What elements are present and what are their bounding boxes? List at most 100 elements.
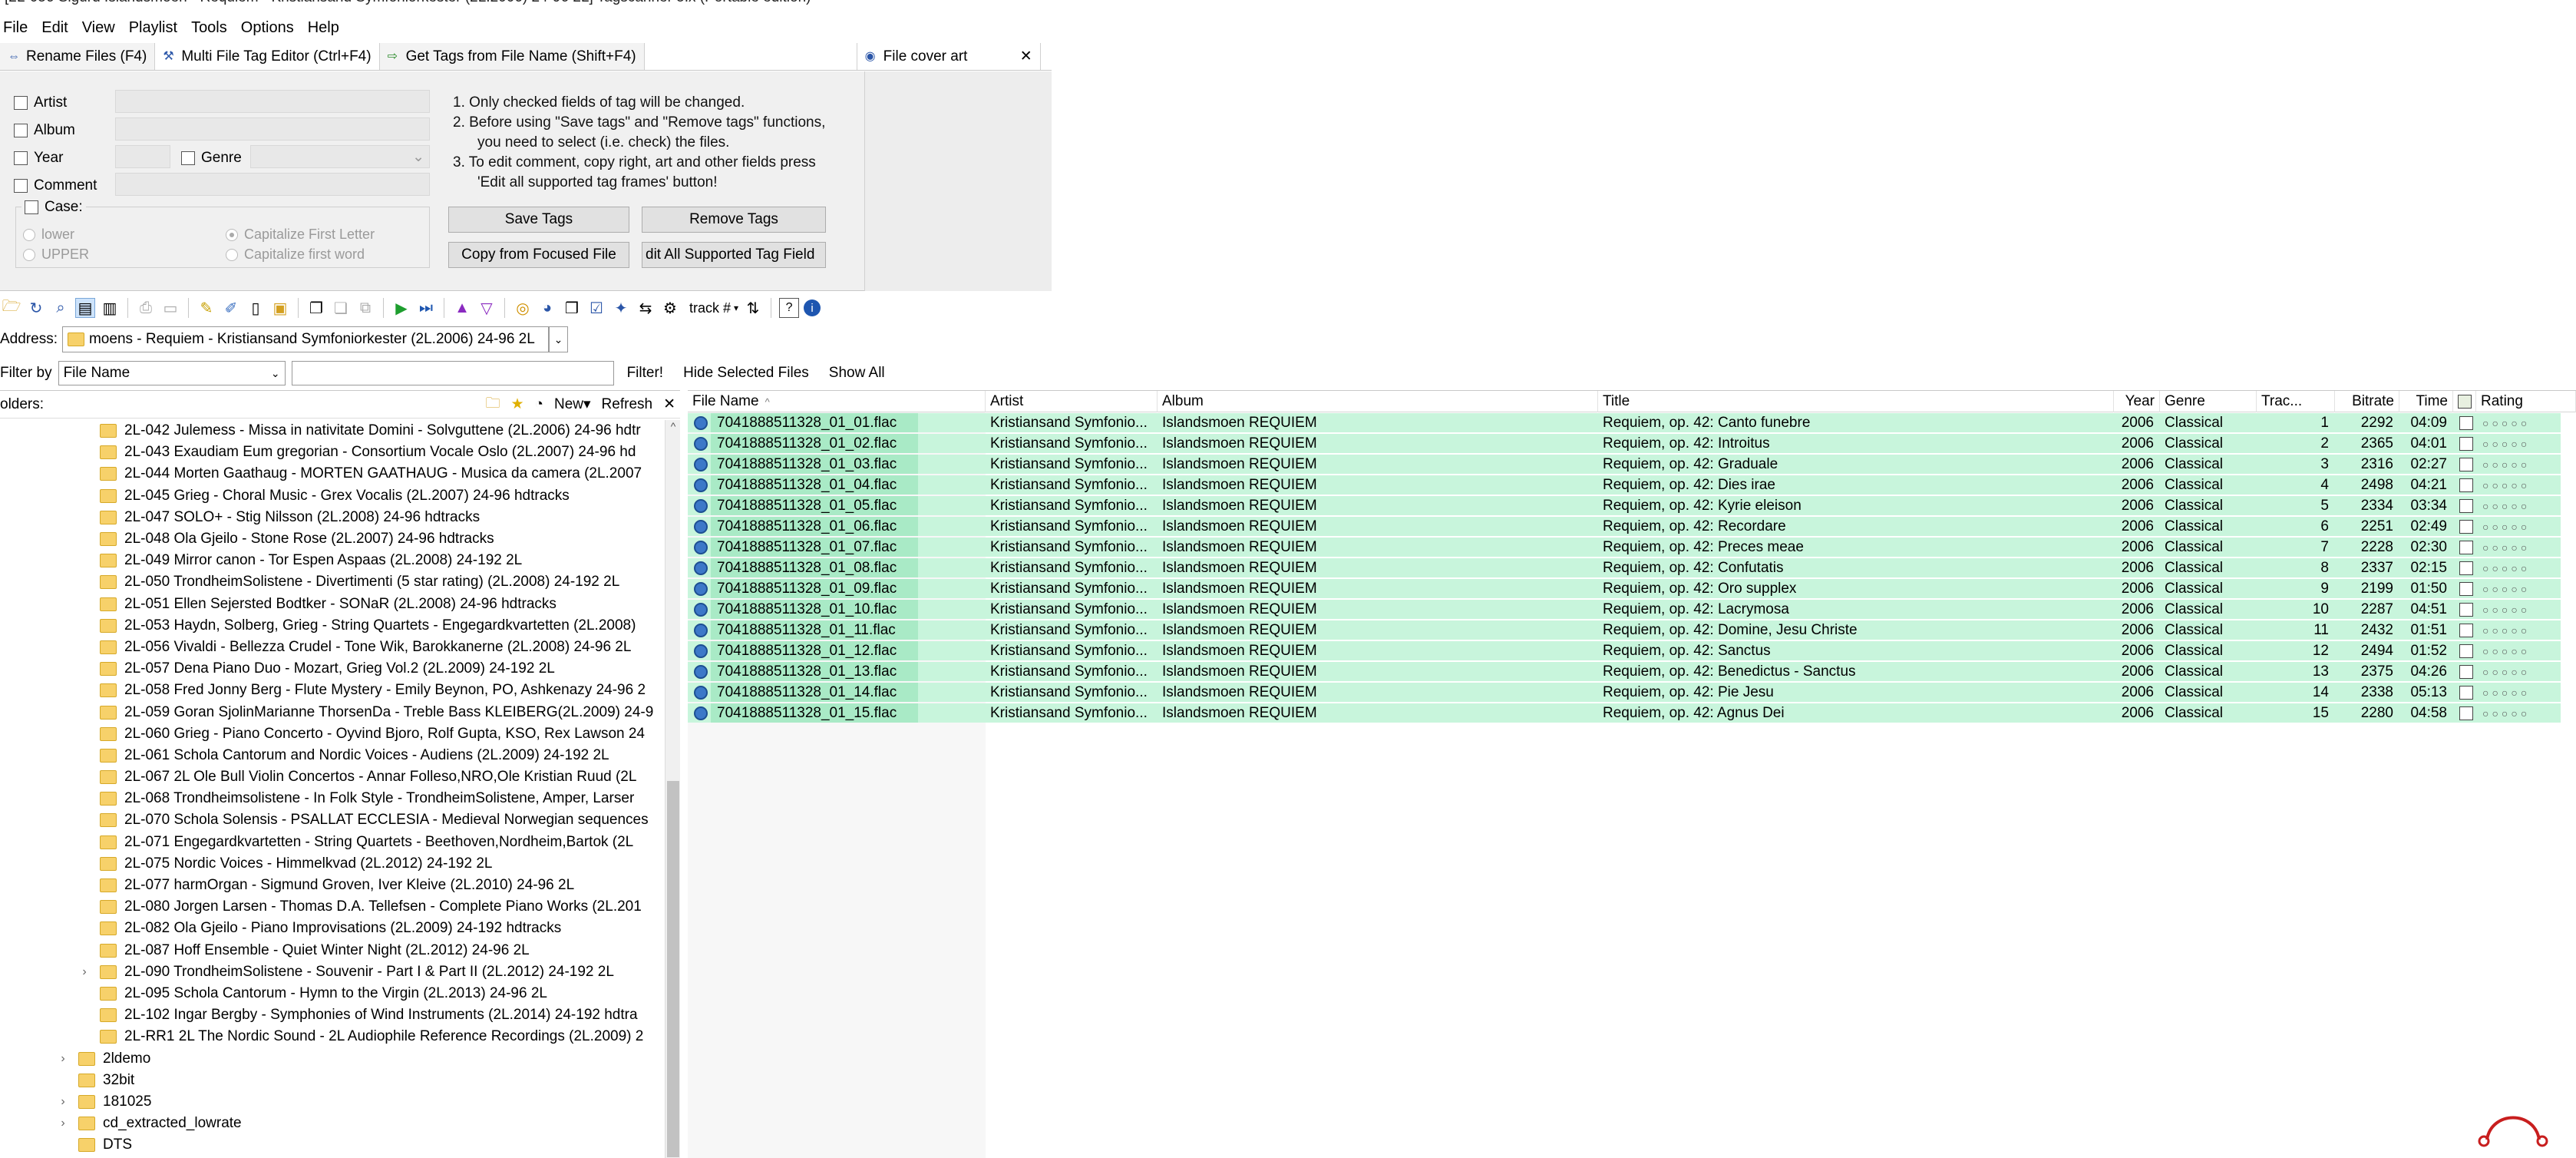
cell-filename[interactable]: 7041888511328_01_06.flac <box>712 516 986 537</box>
cell-cover[interactable] <box>2455 475 2476 495</box>
cell-year[interactable]: 2006 <box>2114 661 2160 682</box>
cell-rating[interactable]: ○○○○○ <box>2478 433 2574 454</box>
cell-bitrate[interactable]: 2432 <box>2335 620 2399 640</box>
info-icon[interactable]: i <box>804 299 821 316</box>
view-columns-icon[interactable]: ▥ <box>100 298 120 318</box>
cell-filename[interactable]: 7041888511328_01_10.flac <box>712 599 986 620</box>
table-row[interactable]: 7041888511328_01_11.flac Kristiansand Sym… <box>688 620 2576 640</box>
hide-selected-files-button[interactable]: Hide Selected Files <box>676 361 816 385</box>
col-header-track[interactable]: Trac... <box>2257 391 2335 412</box>
recent-icon[interactable]: ◔ <box>535 396 543 413</box>
year-checkbox[interactable] <box>14 151 28 165</box>
folder-tree-item[interactable]: 2L-075 Nordic Voices - Himmelkvad (2L.20… <box>0 853 665 875</box>
cell-bitrate[interactable]: 2287 <box>2335 599 2399 620</box>
play-icon[interactable]: ▶ <box>391 298 411 318</box>
cell-year[interactable]: 2006 <box>2114 640 2160 661</box>
cell-genre[interactable]: Classical <box>2160 475 2257 495</box>
globe-icon[interactable]: ◕ <box>537 298 557 318</box>
menu-tools[interactable]: Tools <box>188 19 238 37</box>
cell-genre[interactable]: Classical <box>2160 682 2257 703</box>
cell-bitrate[interactable]: 2199 <box>2335 578 2399 599</box>
folder-tree-item[interactable]: 2L-043 Exaudiam Eum gregorian - Consorti… <box>0 442 665 463</box>
folder-tree-item[interactable]: 2L-080 Jorgen Larsen - Thomas D.A. Telle… <box>0 896 665 918</box>
cell-album[interactable]: Islandsmoen REQUIEM <box>1158 454 1598 475</box>
cell-album[interactable]: Islandsmoen REQUIEM <box>1158 620 1598 640</box>
cell-year[interactable]: 2006 <box>2114 703 2160 723</box>
transfer-icon[interactable]: ⇆ <box>636 298 656 318</box>
capitalize-first-letter-radio[interactable]: Capitalize First Letter <box>226 227 375 243</box>
cell-year[interactable]: 2006 <box>2114 537 2160 557</box>
cell-artist[interactable]: Kristiansand Symfonio... <box>986 640 1158 661</box>
sort-up-icon[interactable]: ▲ <box>452 298 472 318</box>
view-details-icon[interactable]: ▤ <box>75 298 95 318</box>
cell-track[interactable]: 4 <box>2257 475 2335 495</box>
cell-time[interactable]: 04:09 <box>2399 412 2453 433</box>
folder-tree-item[interactable]: 2L-049 Mirror canon - Tor Espen Aspaas (… <box>0 550 665 571</box>
cell-rating[interactable]: ○○○○○ <box>2478 537 2574 557</box>
cell-title[interactable]: Requiem, op. 42: Canto funebre <box>1598 412 2114 433</box>
cell-title[interactable]: Requiem, op. 42: Dies irae <box>1598 475 2114 495</box>
paste-icon[interactable]: ❏ <box>331 298 351 318</box>
cell-album[interactable]: Islandsmoen REQUIEM <box>1158 578 1598 599</box>
cell-bitrate[interactable]: 2316 <box>2335 454 2399 475</box>
cell-bitrate[interactable]: 2498 <box>2335 475 2399 495</box>
cell-year[interactable]: 2006 <box>2114 682 2160 703</box>
cell-genre[interactable]: Classical <box>2160 412 2257 433</box>
cell-filename[interactable]: 7041888511328_01_07.flac <box>712 537 986 557</box>
cell-cover[interactable] <box>2455 620 2476 640</box>
folder-tree-item[interactable]: 2L-102 Ingar Bergby - Symphonies of Wind… <box>0 1004 665 1026</box>
folder-tree-item[interactable]: 32bit <box>0 1070 665 1091</box>
cell-bitrate[interactable]: 2280 <box>2335 703 2399 723</box>
tab-rename-files[interactable]: ⇔ Rename Files (F4) <box>0 43 156 70</box>
cell-time[interactable]: 01:50 <box>2399 578 2453 599</box>
cell-filename[interactable]: 7041888511328_01_03.flac <box>712 454 986 475</box>
cell-album[interactable]: Islandsmoen REQUIEM <box>1158 433 1598 454</box>
expand-chevron-icon[interactable]: › <box>55 1095 71 1109</box>
expand-chevron-icon[interactable]: › <box>55 1117 71 1130</box>
cell-cover[interactable] <box>2455 599 2476 620</box>
copy-icon[interactable]: ❐ <box>306 298 326 318</box>
table-row[interactable]: 7041888511328_01_04.flac Kristiansand Sym… <box>688 475 2576 495</box>
cell-time[interactable]: 01:52 <box>2399 640 2453 661</box>
cell-time[interactable]: 02:49 <box>2399 516 2453 537</box>
cell-title[interactable]: Requiem, op. 42: Oro supplex <box>1598 578 2114 599</box>
cell-cover[interactable] <box>2455 537 2476 557</box>
capitalize-first-word-radio[interactable]: Capitalize first word <box>226 246 365 263</box>
folder-tree-item[interactable]: 2L-067 2L Ole Bull Violin Concertos - An… <box>0 766 665 788</box>
cell-cover[interactable] <box>2455 433 2476 454</box>
folder-tree-scrollbar[interactable]: ^ <box>665 420 680 1158</box>
cell-genre[interactable]: Classical <box>2160 620 2257 640</box>
cell-track[interactable]: 14 <box>2257 682 2335 703</box>
filter-button[interactable]: Filter! <box>620 361 671 385</box>
cell-cover[interactable] <box>2455 682 2476 703</box>
folder-tree-item[interactable]: 2L-045 Grieg - Choral Music - Grex Vocal… <box>0 485 665 507</box>
close-icon[interactable]: ✕ <box>663 395 675 413</box>
cell-filename[interactable]: 7041888511328_01_02.flac <box>712 433 986 454</box>
cell-bitrate[interactable]: 2494 <box>2335 640 2399 661</box>
col-header-artist[interactable]: Artist <box>986 391 1158 412</box>
cell-genre[interactable]: Classical <box>2160 640 2257 661</box>
cell-filename[interactable]: 7041888511328_01_11.flac <box>712 620 986 640</box>
cell-year[interactable]: 2006 <box>2114 599 2160 620</box>
table-row[interactable]: 7041888511328_01_14.flac Kristiansand Sym… <box>688 682 2576 703</box>
cell-rating[interactable]: ○○○○○ <box>2478 516 2574 537</box>
menu-playlist[interactable]: Playlist <box>126 19 188 37</box>
cell-genre[interactable]: Classical <box>2160 516 2257 537</box>
cell-time[interactable]: 01:51 <box>2399 620 2453 640</box>
cell-title[interactable]: Requiem, op. 42: Agnus Dei <box>1598 703 2114 723</box>
folder-tree-item[interactable]: 2L-058 Fred Jonny Berg - Flute Mystery -… <box>0 680 665 701</box>
table-row[interactable]: 7041888511328_01_03.flac Kristiansand Sym… <box>688 454 2576 475</box>
cell-time[interactable]: 05:13 <box>2399 682 2453 703</box>
cell-time[interactable]: 04:01 <box>2399 433 2453 454</box>
cell-rating[interactable]: ○○○○○ <box>2478 682 2574 703</box>
comment-field[interactable] <box>115 173 430 196</box>
table-row[interactable]: 7041888511328_01_10.flac Kristiansand Sym… <box>688 599 2576 620</box>
cell-year[interactable]: 2006 <box>2114 475 2160 495</box>
folder-tree-item[interactable]: 2L-050 TrondheimSolistene - Divertimenti… <box>0 571 665 593</box>
cell-title[interactable]: Requiem, op. 42: Graduale <box>1598 454 2114 475</box>
cell-rating[interactable]: ○○○○○ <box>2478 412 2574 433</box>
wand-icon[interactable]: ✦ <box>611 298 631 318</box>
settings-icon[interactable]: ⚙ <box>660 298 680 318</box>
cell-bitrate[interactable]: 2375 <box>2335 661 2399 682</box>
cell-bitrate[interactable]: 2228 <box>2335 537 2399 557</box>
